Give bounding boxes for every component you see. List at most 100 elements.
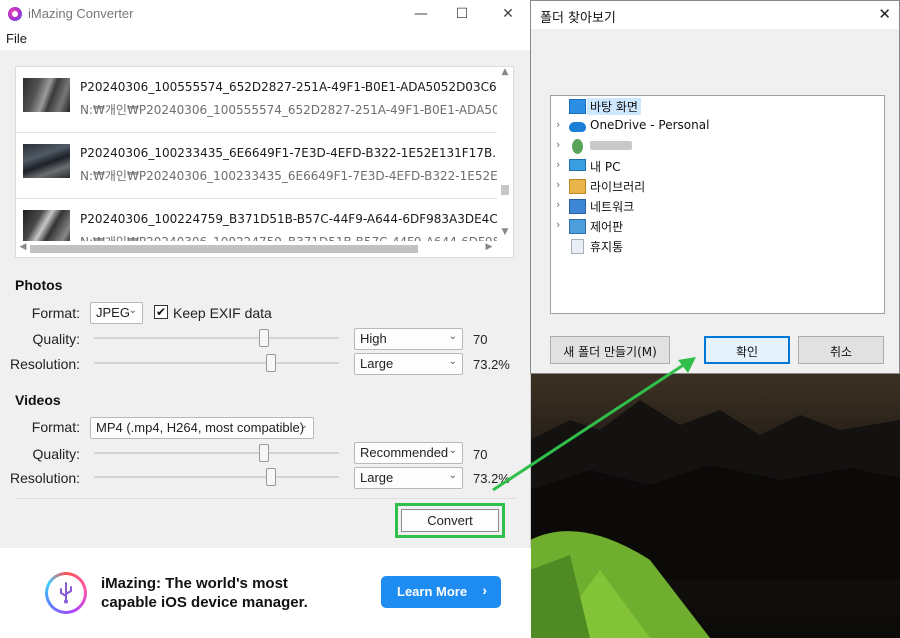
videos-quality-slider[interactable] — [94, 443, 339, 463]
dialog-close-button[interactable]: ✕ — [878, 5, 891, 23]
videos-resolution-select[interactable]: Large ⌄ — [354, 467, 463, 489]
chevron-down-icon: ⌄ — [448, 470, 457, 481]
learn-more-button[interactable]: Learn More › — [381, 576, 501, 608]
chevron-down-icon: ⌄ — [448, 356, 457, 367]
file-list-item[interactable]: P20240306_100233435_6E6649F1-7E3D-4EFD-B… — [16, 133, 513, 199]
tree-item-network[interactable]: › 네트워크 — [551, 197, 884, 216]
keep-exif-checkbox[interactable]: ✔ — [154, 305, 168, 319]
photos-quality-slider[interactable] — [94, 328, 339, 348]
vertical-scroll-thumb[interactable] — [501, 185, 509, 195]
tree-item-label: 휴지통 — [590, 240, 624, 254]
app-title: iMazing Converter — [28, 6, 134, 21]
chevron-down-icon: ⌄ — [448, 331, 457, 342]
tree-item-onedrive[interactable]: › OneDrive - Personal — [551, 117, 884, 136]
photos-quality-value: 70 — [473, 332, 488, 347]
chevron-down-icon: ⌄ — [448, 445, 457, 456]
file-list-vertical-scrollbar[interactable]: ▲ ▼ — [497, 67, 513, 243]
videos-resolution-value: 73.2% — [473, 471, 510, 486]
expand-chevron-icon[interactable]: › — [556, 118, 560, 131]
expand-chevron-icon[interactable]: › — [556, 198, 560, 211]
slider-knob[interactable] — [266, 468, 276, 486]
photos-resolution-select[interactable]: Large ⌄ — [354, 353, 463, 375]
videos-resolution-slider[interactable] — [94, 467, 339, 487]
photos-resolution-slider[interactable] — [94, 353, 339, 373]
videos-quality-value: 70 — [473, 447, 488, 462]
slider-knob[interactable] — [266, 354, 276, 372]
keep-exif-label: Keep EXIF data — [173, 305, 272, 321]
photos-format-value: JPEG — [96, 305, 130, 320]
expand-chevron-icon[interactable]: › — [556, 138, 560, 151]
browse-folder-dialog: 폴더 찾아보기 ✕ 바탕 화면 › OneDrive - Personal › … — [530, 0, 900, 374]
file-list-horizontal-scrollbar[interactable]: ◀ ▶ — [16, 241, 513, 257]
videos-quality-option: Recommended — [360, 445, 449, 460]
photos-section-title: Photos — [15, 277, 63, 293]
folder-tree[interactable]: 바탕 화면 › OneDrive - Personal › › 내 PC › 라… — [550, 95, 885, 314]
horizontal-scroll-thumb[interactable] — [30, 245, 418, 253]
tree-item-user[interactable]: › — [551, 137, 884, 156]
expand-chevron-icon[interactable]: › — [556, 218, 560, 231]
slider-track — [94, 362, 339, 364]
menu-file[interactable]: File — [6, 31, 27, 46]
this-pc-icon — [569, 159, 586, 171]
videos-resolution-option: Large — [360, 470, 394, 485]
tree-item-control-panel[interactable]: › 제어판 — [551, 217, 884, 236]
tree-item-label: 내 PC — [590, 160, 621, 174]
control-panel-icon — [569, 219, 586, 234]
file-name: P20240306_100555574_652D2827-251A-49F1-B… — [80, 80, 514, 94]
photos-format-label: Format: — [31, 305, 80, 321]
scroll-up-icon[interactable]: ▲ — [497, 67, 513, 81]
onedrive-cloud-icon — [569, 122, 586, 132]
chevron-down-icon: ⌄ — [128, 305, 137, 316]
videos-format-select[interactable]: MP4 (.mp4, H264, most compatible) ⌄ — [90, 417, 314, 439]
file-thumbnail — [23, 210, 70, 244]
videos-quality-select[interactable]: Recommended ⌄ — [354, 442, 463, 464]
photos-quality-label: Quality: — [32, 331, 80, 347]
file-path: N:₩개인₩P20240306_100555574_652D2827-251A-… — [80, 103, 513, 117]
scroll-right-icon[interactable]: ▶ — [482, 242, 496, 256]
tree-item-libraries[interactable]: › 라이브러리 — [551, 177, 884, 196]
videos-format-value: MP4 (.mp4, H264, most compatible) — [96, 420, 305, 435]
tree-item-desktop[interactable]: 바탕 화면 — [551, 97, 884, 116]
minimize-button[interactable]: — — [404, 2, 438, 26]
file-path: N:₩개인₩P20240306_100233435_6E6649F1-7E3D-… — [80, 169, 513, 183]
slider-knob[interactable] — [259, 329, 269, 347]
recycle-bin-icon — [571, 239, 584, 254]
imazing-logo-icon — [45, 572, 87, 614]
tree-item-recycle-bin[interactable]: 휴지통 — [551, 237, 884, 256]
photos-resolution-option: Large — [360, 356, 394, 371]
photos-format-select[interactable]: JPEG ⌄ — [90, 302, 143, 324]
videos-resolution-label: Resolution: — [10, 470, 81, 486]
close-button[interactable]: ✕ — [491, 2, 525, 26]
wallpaper-tent — [530, 531, 710, 638]
photos-resolution-label: Resolution: — [10, 356, 81, 372]
file-name: P20240306_100224759_B371D51B-B57C-44F9-A… — [80, 212, 514, 226]
expand-chevron-icon[interactable]: › — [556, 178, 560, 191]
convert-button[interactable]: Convert — [401, 509, 499, 532]
videos-format-label: Format: — [31, 419, 80, 435]
cancel-button[interactable]: 취소 — [798, 336, 884, 364]
file-list[interactable]: P20240306_100555574_652D2827-251A-49F1-B… — [15, 66, 514, 258]
promo-line-1: iMazing: The world's most — [101, 575, 288, 592]
ok-button[interactable]: 확인 — [704, 336, 790, 364]
learn-more-label: Learn More — [397, 584, 468, 599]
redacted-username — [590, 141, 632, 150]
tree-item-label: OneDrive - Personal — [590, 118, 710, 132]
file-list-item[interactable]: P20240306_100555574_652D2827-251A-49F1-B… — [16, 67, 513, 133]
scroll-down-icon[interactable]: ▼ — [497, 227, 513, 241]
promo-line-2: capable iOS device manager. — [101, 594, 308, 611]
maximize-button[interactable]: ☐ — [445, 2, 479, 26]
videos-quality-label: Quality: — [32, 446, 80, 462]
dialog-titlebar: 폴더 찾아보기 ✕ — [531, 1, 899, 29]
slider-track — [94, 476, 339, 478]
tree-item-label-redacted — [590, 138, 632, 152]
file-thumbnail — [23, 144, 70, 178]
tree-item-label: 바탕 화면 — [587, 98, 641, 115]
tree-item-label: 제어판 — [590, 220, 624, 234]
tree-item-this-pc[interactable]: › 내 PC — [551, 157, 884, 176]
new-folder-button[interactable]: 새 폴더 만들기(M) — [550, 336, 670, 364]
convert-highlight-box: Convert — [395, 503, 505, 538]
photos-quality-select[interactable]: High ⌄ — [354, 328, 463, 350]
slider-knob[interactable] — [259, 444, 269, 462]
scroll-left-icon[interactable]: ◀ — [16, 242, 30, 256]
expand-chevron-icon[interactable]: › — [556, 158, 560, 171]
